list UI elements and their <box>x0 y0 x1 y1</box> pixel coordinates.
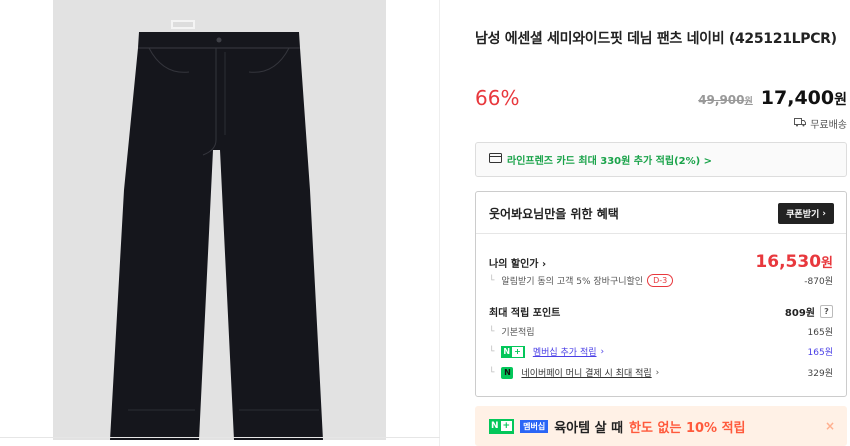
coupon-button[interactable]: 쿠폰받기 › <box>778 203 834 224</box>
coupon-amount: -870원 <box>804 277 833 287</box>
coupon-detail-row: └ 알림받기 동의 고객 5% 장바구니할인 D-3 -870원 <box>489 274 833 287</box>
jeans-image <box>110 20 323 440</box>
sale-price: 17,400원 <box>760 87 847 109</box>
price-row: 49,900원 17,400원 <box>698 87 847 109</box>
benefit-title: 웃어봐요님만을 위한 혜택 <box>489 207 619 221</box>
my-price: 16,530원 <box>755 252 833 272</box>
chevron-right-icon: › <box>655 367 660 378</box>
membership-points: └ N + 멤버십 추가 적립 › <box>489 345 605 358</box>
shipping-label: 무료배송 <box>810 120 847 131</box>
my-price-row: 나의 할인가 › 16,530원 <box>489 252 833 272</box>
membership-link[interactable]: 멤버십 추가 적립 <box>533 345 597 358</box>
chevron-right-icon: › <box>822 208 826 219</box>
membership-points-row: └ N + 멤버십 추가 적립 › 165원 <box>489 345 833 358</box>
npay-points: └ N 네이버페이 머니 결제 시 최대 적립 › <box>489 366 660 379</box>
points-row: 최대 적립 포인트 809원 ? <box>489 304 833 319</box>
naver-plus-badge: N + <box>489 418 515 434</box>
credit-card-icon <box>489 153 502 166</box>
banner-text: 육아템 살 때 <box>554 420 624 436</box>
base-points-value: 165원 <box>807 328 833 338</box>
help-icon[interactable]: ? <box>820 305 833 318</box>
banner-highlight: 한도 없는 10% 적립 <box>629 420 746 436</box>
membership-badge: 멤버십 <box>520 419 549 433</box>
chevron-right-icon: › <box>600 346 605 357</box>
product-image[interactable] <box>53 0 386 440</box>
naver-plus-badge: N + <box>501 345 525 358</box>
card-promo-text: 라인프렌즈 카드 최대 330원 추가 적립(2%) > <box>507 156 713 167</box>
coupon-desc: 알림받기 동의 고객 5% 장바구니할인 <box>501 277 644 287</box>
original-price: 49,900원 <box>698 93 753 107</box>
divider <box>0 437 440 438</box>
product-title: 남성 에센셜 세미와이드핏 데님 팬츠 네이비 (425121LPCR) <box>475 31 837 47</box>
coupon-button-label: 쿠폰받기 <box>786 210 820 220</box>
base-points-row: └ 기본적립 165원 <box>489 325 833 339</box>
base-points: └ 기본적립 <box>489 326 535 339</box>
points-label: 최대 적립 포인트 <box>489 308 561 319</box>
product-image-panel <box>0 0 440 446</box>
benefit-header: 웃어봐요님만을 위한 혜택 쿠폰받기 › <box>476 192 846 234</box>
npay-points-row: └ N 네이버페이 머니 결제 시 최대 적립 › 329원 <box>489 366 833 379</box>
npay-points-value: 329원 <box>807 369 833 379</box>
npay-link[interactable]: 네이버페이 머니 결제 시 최대 적립 <box>521 366 651 379</box>
promo-banner[interactable]: N + 멤버십 육아템 살 때 한도 없는 10% 적립 × <box>475 406 847 446</box>
coupon-detail: └ 알림받기 동의 고객 5% 장바구니할인 D-3 <box>489 274 674 287</box>
truck-icon <box>794 117 807 130</box>
my-price-label[interactable]: 나의 할인가 › <box>489 255 546 270</box>
close-icon[interactable]: × <box>825 419 835 433</box>
membership-points-value: 165원 <box>807 348 833 358</box>
shipping-info: 무료배송 <box>794 116 847 131</box>
benefit-box: 웃어봐요님만을 위한 혜택 쿠폰받기 › 나의 할인가 › 16,530원 └ … <box>475 191 847 397</box>
card-promo[interactable]: 라인프렌즈 카드 최대 330원 추가 적립(2%) > <box>475 142 847 177</box>
naver-pay-icon: N <box>501 366 514 379</box>
points-total: 809원 ? <box>785 304 833 319</box>
discount-rate: 66% <box>475 86 520 110</box>
d-day-badge: D-3 <box>647 274 674 287</box>
product-page: 남성 에센셜 세미와이드핏 데님 팬츠 네이비 (425121LPCR) 66%… <box>0 0 850 446</box>
